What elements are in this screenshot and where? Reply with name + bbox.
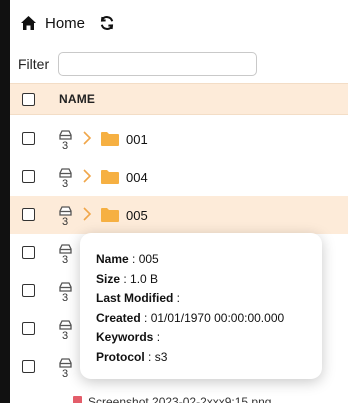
tooltip-separator: :	[120, 271, 131, 286]
drive-icon	[58, 244, 72, 254]
tooltip-separator: :	[128, 252, 139, 266]
drive-indicator: 3	[58, 244, 72, 272]
row-checkbox[interactable]	[22, 246, 35, 259]
tooltip-separator: :	[140, 310, 151, 325]
drive-count: 3	[61, 178, 69, 190]
toolbar: Home	[10, 0, 348, 46]
tooltip-created-key: Created	[96, 310, 141, 325]
table-row-highlighted[interactable]: 3 005	[10, 196, 348, 234]
chevron-right-icon[interactable]	[82, 169, 92, 183]
drive-indicator: 3	[58, 168, 72, 196]
drive-count: 3	[61, 216, 69, 228]
item-name[interactable]: 001	[126, 132, 148, 147]
table-row[interactable]: 3 004	[10, 158, 348, 196]
drive-icon	[58, 206, 72, 216]
tooltip-created-value: 01/01/1970 00:00:00.000	[150, 310, 285, 325]
drive-indicator: 3	[58, 358, 72, 386]
tooltip-name-value: 005	[138, 252, 159, 266]
drive-icon	[58, 168, 72, 178]
row-checkbox[interactable]	[22, 284, 35, 297]
drive-count: 3	[61, 140, 69, 152]
item-info-tooltip: Name : 005 Size : 1.0 B Last Modified : …	[80, 233, 322, 379]
drive-icon	[58, 358, 72, 368]
drive-indicator: 3	[58, 206, 72, 234]
drive-icon	[58, 320, 72, 330]
tooltip-created-line: Created : 01/01/1970 00:00:00.000	[96, 309, 306, 329]
table-row[interactable]: 3 001	[10, 120, 348, 158]
home-label: Home	[45, 14, 86, 32]
item-name[interactable]: 004	[126, 170, 148, 185]
filter-row: Filter	[10, 50, 348, 78]
tooltip-size-value: 1.0 B	[130, 271, 159, 286]
tooltip-protocol-key: Protocol	[96, 349, 145, 364]
row-checkbox[interactable]	[22, 170, 35, 183]
tooltip-protocol-value: s3	[154, 349, 168, 364]
tooltip-keywords-key: Keywords	[96, 330, 154, 344]
tooltip-separator: :	[153, 330, 161, 344]
tooltip-keywords-line: Keywords :	[96, 328, 306, 348]
drive-icon	[58, 282, 72, 292]
select-all-checkbox[interactable]	[22, 92, 35, 106]
row-checkbox[interactable]	[22, 208, 35, 221]
tooltip-size-line: Size : 1.0 B	[96, 270, 306, 290]
chevron-right-icon[interactable]	[82, 131, 92, 145]
item-name[interactable]: 005	[126, 208, 148, 223]
chevron-right-icon[interactable]	[82, 207, 92, 221]
drive-icon	[58, 130, 72, 140]
row-checkbox[interactable]	[22, 322, 35, 335]
tooltip-modified-key: Last Modified	[96, 291, 174, 305]
table-header: NAME	[10, 83, 348, 115]
drive-indicator: 3	[58, 282, 72, 310]
drive-indicator: 3	[58, 130, 72, 158]
partial-file-name[interactable]: Screenshot 2023-02-2xxx9:15.png	[88, 395, 271, 403]
row-checkbox[interactable]	[22, 360, 35, 373]
filter-input[interactable]	[58, 52, 257, 76]
image-file-icon	[73, 396, 82, 403]
row-checkbox[interactable]	[22, 132, 35, 145]
tooltip-size-key: Size	[96, 271, 121, 286]
home-icon	[21, 16, 36, 30]
folder-icon	[101, 132, 119, 146]
tooltip-modified-line: Last Modified :	[96, 289, 306, 309]
tooltip-name-line: Name : 005	[96, 250, 306, 270]
column-header-name[interactable]: NAME	[59, 92, 95, 106]
folder-icon	[101, 170, 119, 184]
tooltip-name-key: Name	[96, 252, 129, 266]
drive-count: 3	[61, 254, 69, 266]
drive-count: 3	[61, 292, 69, 304]
tooltip-separator: :	[173, 291, 181, 305]
filter-label: Filter	[18, 56, 50, 72]
home-button[interactable]: Home	[20, 15, 85, 32]
refresh-icon[interactable]	[99, 15, 115, 31]
folder-icon	[101, 208, 119, 222]
tooltip-separator: :	[144, 349, 155, 364]
sidebar-edge	[0, 0, 10, 403]
tooltip-protocol-line: Protocol : s3	[96, 348, 306, 368]
drive-indicator: 3	[58, 320, 72, 348]
drive-count: 3	[61, 368, 69, 380]
drive-count: 3	[61, 330, 69, 342]
